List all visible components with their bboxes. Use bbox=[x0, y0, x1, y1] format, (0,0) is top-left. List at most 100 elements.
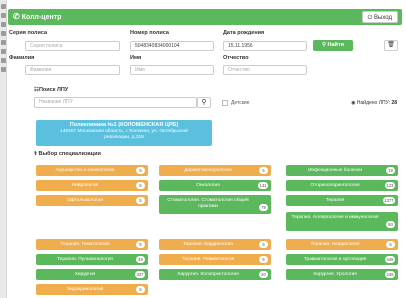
specialization-count-badge: 48 bbox=[136, 256, 145, 263]
specialization-label: Стоматология. Стоматология общей практик… bbox=[167, 198, 249, 209]
name-input[interactable]: Имя bbox=[130, 65, 214, 75]
specialization-label: Неврология bbox=[71, 183, 99, 188]
specialization-count-badge: 246 bbox=[385, 271, 395, 278]
specialization-item[interactable]: Стоматология. Стоматология общей практик… bbox=[159, 195, 271, 214]
specialization-item[interactable]: Терапия. Гематология 5 bbox=[36, 239, 148, 250]
number-label: Номер полиса bbox=[130, 30, 169, 36]
specialization-count-badge: 5 bbox=[136, 286, 145, 293]
specialization-count-badge: 5 bbox=[136, 241, 145, 248]
toolbar-icon[interactable] bbox=[1, 22, 6, 27]
specialization-label: Травматология и ортопедия bbox=[303, 257, 367, 262]
app-title: ✆ Колл-центр bbox=[13, 12, 62, 21]
selected-lpu-card[interactable]: Поликлиника №1 (КОЛОМЕНСКАЯ ЦРБ) 140407 … bbox=[36, 120, 212, 146]
specialization-item[interactable]: Оториноларингология 123 bbox=[286, 180, 398, 191]
specialization-label: Терапия. Кардиология bbox=[183, 242, 233, 247]
specialization-item[interactable]: Онкология 131 bbox=[159, 180, 271, 191]
children-label: Детские bbox=[231, 100, 250, 106]
specialization-label: Терапия bbox=[325, 198, 345, 203]
specialization-count-badge: 5 bbox=[136, 197, 145, 204]
specialization-label: Терапия. Гематология bbox=[60, 242, 110, 247]
toolbar-icon[interactable] bbox=[1, 58, 6, 63]
children-checkbox[interactable] bbox=[222, 100, 228, 106]
patronymic-label: Отчество bbox=[223, 55, 249, 61]
specialization-item[interactable]: Терапия 1377 bbox=[286, 195, 398, 206]
specialization-item[interactable]: Терапия. Кардиология 5 bbox=[159, 239, 271, 250]
specialization-count-badge: 5 bbox=[136, 182, 145, 189]
series-input[interactable]: Серия полиса bbox=[25, 41, 120, 51]
search-icon: ⚲ bbox=[321, 42, 326, 48]
specialization-item[interactable]: Эндокринология 5 bbox=[36, 284, 148, 295]
name-label: Имя bbox=[130, 55, 142, 61]
patronymic-input[interactable]: Отчество bbox=[223, 65, 307, 75]
lpu-search-button[interactable]: ⚲ bbox=[197, 97, 211, 108]
eye-icon: ◉ bbox=[351, 100, 356, 106]
surname-label: Фамилия bbox=[9, 55, 35, 61]
specialization-item[interactable]: Травматология и ортопедия 449 bbox=[286, 254, 398, 265]
lpu-address: 140407 Московская область, г. Коломна, у… bbox=[60, 129, 188, 140]
find-button[interactable]: ⚲ Найти bbox=[313, 40, 353, 51]
specialization-item[interactable]: Дерматовенерология 5 bbox=[159, 165, 271, 176]
specialization-count-badge: 79 bbox=[259, 204, 268, 211]
specialization-label: Терапия. Пульмонология bbox=[57, 257, 113, 262]
specialization-label: Терапия. Нефрология bbox=[310, 242, 360, 247]
specialization-item[interactable]: Терапия. Аллергология и иммунология 84 bbox=[286, 212, 398, 231]
specialization-count-badge: 5 bbox=[259, 256, 268, 263]
specialization-item[interactable]: Терапия. Пульмонология 48 bbox=[36, 254, 148, 265]
specialization-label: Терапия. Аллергология и иммунология bbox=[291, 215, 379, 220]
toolbar-icon[interactable] bbox=[1, 4, 6, 9]
policy-number-input[interactable]: 5048340834000104 bbox=[130, 41, 214, 51]
specialization-label: Инфекционные болезни bbox=[308, 168, 362, 173]
app-header: ✆ Колл-центр ⏻ Выход bbox=[8, 9, 402, 25]
specialization-count-badge: 327 bbox=[135, 271, 145, 278]
specialization-count-badge: 5 bbox=[136, 167, 145, 174]
surname-input[interactable]: Фамилия bbox=[25, 65, 120, 75]
birth-date-label: Дата рождения bbox=[223, 30, 265, 36]
specialization-label: Хирургия. Колопроктология bbox=[177, 272, 239, 277]
specialization-item[interactable]: Хирургия. Урология 246 bbox=[286, 269, 398, 280]
series-label: Серия полиса bbox=[9, 30, 48, 36]
specialization-count-badge: 19 bbox=[386, 167, 395, 174]
specialization-label: Оториноларингология bbox=[310, 183, 360, 188]
logout-button[interactable]: ⏻ Выход bbox=[361, 11, 398, 23]
toolbar-icon[interactable] bbox=[1, 13, 6, 18]
specialization-label: Онкология bbox=[196, 183, 220, 188]
specialization-title: ⚕ Выбор специализации bbox=[34, 151, 101, 157]
left-toolbar bbox=[0, 0, 7, 298]
toolbar-icon[interactable] bbox=[1, 67, 6, 72]
specialization-item[interactable]: Офтальмология 5 bbox=[36, 195, 148, 206]
specialization-label: Акушерство и гинекология bbox=[55, 168, 115, 173]
specialization-item[interactable]: Инфекционные болезни 19 bbox=[286, 165, 398, 176]
specialization-label: Офтальмология bbox=[66, 198, 104, 203]
birth-date-input[interactable]: 15.11.1956 bbox=[223, 41, 307, 51]
power-icon: ⏻ bbox=[367, 15, 373, 21]
specialization-item[interactable]: Терапия. Ревматология 5 bbox=[159, 254, 271, 265]
specialization-count-badge: 5 bbox=[259, 241, 268, 248]
specialization-item[interactable]: Хирургия 327 bbox=[36, 269, 148, 280]
lpu-search-title: ☷Поиск ЛПУ bbox=[34, 87, 69, 93]
search-icon: ⚲ bbox=[201, 99, 207, 106]
specialization-count-badge: 20 bbox=[259, 271, 268, 278]
specialization-item[interactable]: Хирургия. Колопроктология 20 bbox=[159, 269, 271, 280]
specialization-label: Терапия. Ревматология bbox=[181, 257, 235, 262]
specialization-label: Дерматовенерология bbox=[184, 168, 232, 173]
clear-button[interactable]: 🗑 bbox=[384, 40, 398, 51]
specialization-item[interactable]: Неврология 5 bbox=[36, 180, 148, 191]
toolbar-icon[interactable] bbox=[1, 31, 6, 36]
specialization-count-badge: 84 bbox=[386, 221, 395, 228]
toolbar-icon[interactable] bbox=[1, 49, 6, 54]
specialization-count-badge: 5 bbox=[386, 241, 395, 248]
specialization-label: Хирургия. Урология bbox=[313, 272, 357, 277]
specialization-label: Хирургия bbox=[74, 272, 96, 277]
specialization-count-badge: 5 bbox=[259, 167, 268, 174]
specialization-count-badge: 449 bbox=[385, 256, 395, 263]
lpu-search-input[interactable]: Название ЛПУ bbox=[34, 97, 197, 108]
specialization-item[interactable]: Терапия. Нефрология 5 bbox=[286, 239, 398, 250]
lpu-name: Поликлиника №1 (КОЛОМЕНСКАЯ ЦРБ) bbox=[69, 122, 179, 128]
stethoscope-icon: ⚕ bbox=[34, 151, 37, 157]
specialization-item[interactable]: Акушерство и гинекология 5 bbox=[36, 165, 148, 176]
toolbar-icon[interactable] bbox=[1, 40, 6, 45]
specialization-label: Эндокринология bbox=[66, 287, 104, 292]
found-count: ◉ Найдено ЛПУ: 28 bbox=[351, 100, 397, 106]
phone-icon: ✆ bbox=[13, 12, 20, 21]
specialization-count-badge: 1377 bbox=[382, 197, 395, 204]
